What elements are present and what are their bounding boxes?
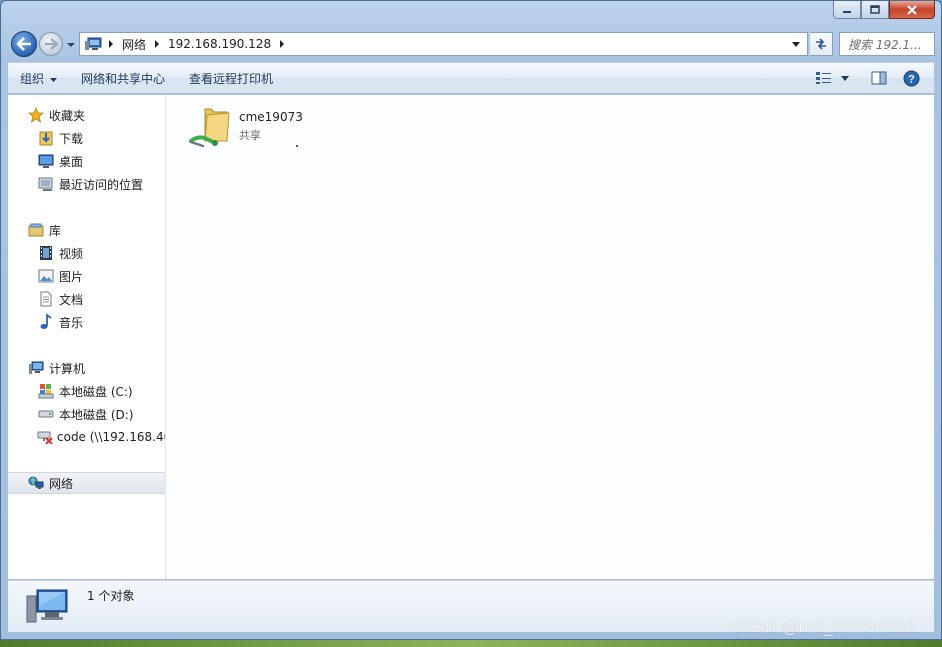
history-dropdown[interactable] <box>66 39 76 49</box>
sidebar-item-label: 桌面 <box>59 154 84 169</box>
sidebar-item-music[interactable]: 音乐 <box>8 311 165 333</box>
computer-icon <box>27 360 45 376</box>
help-button[interactable]: ? <box>899 63 934 93</box>
sidebar-item-network-drive-code[interactable]: code (\\192.168.40 <box>8 426 166 448</box>
navigation-row: 网络 192.168.190.128 搜索 192.1... <box>9 31 935 57</box>
caption-buttons <box>833 1 935 19</box>
address-bar[interactable]: 网络 192.168.190.128 <box>79 32 808 56</box>
sidebar-item-label: 计算机 <box>49 361 86 376</box>
pictures-library-icon <box>37 268 55 284</box>
star-icon <box>27 107 45 123</box>
preview-pane-icon <box>871 71 887 85</box>
library-icon <box>27 222 45 238</box>
video-library-icon <box>37 245 55 261</box>
breadcrumb-separator-icon[interactable] <box>104 40 118 48</box>
toolbar-right-group: ? <box>809 63 934 93</box>
sidebar-item-label: 最近访问的位置 <box>59 177 144 192</box>
sidebar-item-drive-c[interactable]: 本地磁盘 (C:) <box>8 380 165 402</box>
sidebar-item-libraries[interactable]: 库 <box>8 219 165 241</box>
change-view-button[interactable] <box>809 63 839 93</box>
desktop-icon <box>37 153 55 169</box>
content-pane: cme19073 共享 <box>167 95 934 579</box>
view-options-dropdown[interactable] <box>839 63 859 93</box>
watermark: CSDN @m0_49700552 <box>730 617 918 636</box>
close-icon <box>907 4 917 15</box>
download-folder-icon <box>37 130 55 146</box>
maximize-icon <box>870 5 880 14</box>
sidebar-item-label: 库 <box>49 223 62 238</box>
navigation-pane: 收藏夹 下载 桌面 最近访问的位置 库 视频 图片 文档 音乐 计算机 本地磁盘… <box>8 95 166 579</box>
organize-button[interactable]: 组织 <box>8 63 69 93</box>
shared-folder-icon <box>185 101 235 151</box>
back-arrow-icon <box>16 37 31 51</box>
network-sharing-center-label: 网络和共享中心 <box>81 71 166 86</box>
network-computer-icon <box>82 37 104 51</box>
windows-drive-icon <box>37 383 55 399</box>
view-details-icon <box>816 72 831 84</box>
refresh-icon <box>816 38 826 50</box>
sidebar-item-recent-places[interactable]: 最近访问的位置 <box>8 173 165 195</box>
sidebar-item-documents[interactable]: 文档 <box>8 288 165 310</box>
sidebar-item-label: 本地磁盘 (D:) <box>59 407 134 422</box>
chevron-down-icon <box>50 71 58 85</box>
breadcrumb-network[interactable]: 网络 <box>118 33 150 55</box>
sidebar-item-computer[interactable]: 计算机 <box>8 357 165 379</box>
view-remote-printers-label: 查看远程打印机 <box>189 71 274 86</box>
sidebar-item-label: 音乐 <box>59 315 84 330</box>
chevron-down-icon <box>792 41 800 47</box>
preview-pane-button[interactable] <box>859 63 899 93</box>
music-library-icon <box>37 314 55 330</box>
maximize-button[interactable] <box>861 1 889 19</box>
breadcrumb-host[interactable]: 192.168.190.128 <box>164 33 275 55</box>
sidebar-item-network[interactable]: 网络 <box>8 472 165 494</box>
sidebar-item-favorites[interactable]: 收藏夹 <box>8 104 165 126</box>
sidebar-item-videos[interactable]: 视频 <box>8 242 165 264</box>
address-dropdown-button[interactable] <box>789 33 803 55</box>
svg-text:?: ? <box>908 73 915 85</box>
main-area: 收藏夹 下载 桌面 最近访问的位置 库 视频 图片 文档 音乐 计算机 本地磁盘… <box>8 95 934 579</box>
stray-dot <box>296 145 298 147</box>
forward-arrow-icon <box>45 38 58 50</box>
network-computer-icon <box>25 586 71 628</box>
sidebar-item-drive-d[interactable]: 本地磁盘 (D:) <box>8 403 165 425</box>
command-bar: 组织 网络和共享中心 查看远程打印机 ? <box>8 62 934 94</box>
sidebar-item-downloads[interactable]: 下载 <box>8 127 165 149</box>
search-input[interactable]: 搜索 192.1... <box>839 32 935 56</box>
help-icon: ? <box>903 70 920 86</box>
sidebar-item-pictures[interactable]: 图片 <box>8 265 165 287</box>
explorer-window: 网络 192.168.190.128 搜索 192.1... 组织 网络和共享中… <box>0 0 942 640</box>
network-icon <box>27 475 45 491</box>
sidebar-item-label: 下载 <box>59 131 84 146</box>
sidebar-item-label: 收藏夹 <box>49 108 86 123</box>
desktop-strip <box>0 640 942 647</box>
forward-button[interactable] <box>39 32 63 56</box>
documents-library-icon <box>37 291 55 307</box>
drive-icon <box>37 406 55 422</box>
sidebar-item-label: 视频 <box>59 246 84 261</box>
disconnected-network-drive-icon <box>37 429 53 445</box>
organize-label: 组织 <box>20 71 45 86</box>
sidebar-item-label: code (\\192.168.40 <box>57 430 166 444</box>
network-sharing-center-button[interactable]: 网络和共享中心 <box>69 63 177 93</box>
chevron-down-icon <box>841 75 849 81</box>
minimize-button[interactable] <box>833 1 861 19</box>
chevron-down-icon <box>67 43 75 47</box>
close-button[interactable] <box>889 1 935 19</box>
view-remote-printers-button[interactable]: 查看远程打印机 <box>177 63 285 93</box>
item-count-text: 1 个对象 <box>87 589 135 603</box>
sidebar-item-desktop[interactable]: 桌面 <box>8 150 165 172</box>
recent-places-icon <box>37 176 55 192</box>
sidebar-item-label: 图片 <box>59 269 84 284</box>
folder-name: cme19073 <box>239 110 303 124</box>
sidebar-item-label: 网络 <box>49 476 74 491</box>
refresh-button[interactable] <box>810 32 833 56</box>
sidebar-item-label: 文档 <box>59 292 84 307</box>
minimize-icon <box>843 10 851 13</box>
sidebar-item-label: 本地磁盘 (C:) <box>59 384 133 399</box>
back-button[interactable] <box>11 31 37 57</box>
folder-subtitle: 共享 <box>239 129 261 142</box>
breadcrumb-separator-icon[interactable] <box>150 40 164 48</box>
shared-folder-item[interactable]: cme19073 共享 <box>185 101 315 151</box>
breadcrumb-separator-icon[interactable] <box>275 40 289 48</box>
